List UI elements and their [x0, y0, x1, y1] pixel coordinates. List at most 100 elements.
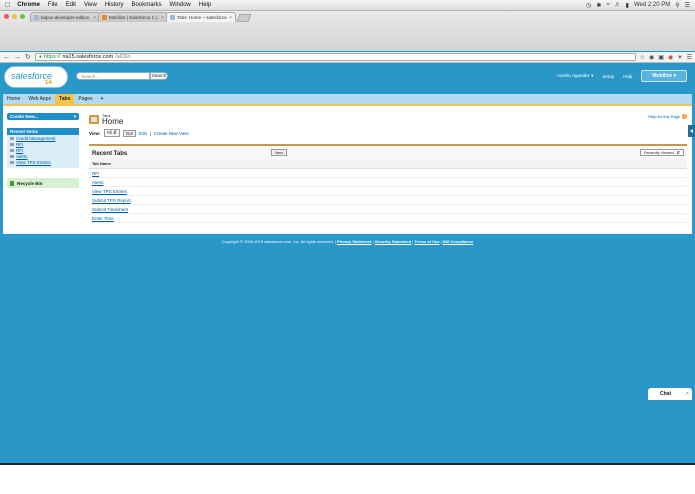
create-new-view-link[interactable]: Create New View [154, 131, 189, 136]
search-input[interactable]: Search... [76, 72, 150, 80]
expand-icon[interactable]: ↗ [685, 391, 689, 397]
tab-home[interactable]: Home [3, 94, 24, 104]
tab-name-link[interactable]: Alerts [92, 180, 104, 185]
extension-icon[interactable]: ◉ [649, 54, 654, 61]
table-row: RFI [89, 169, 687, 178]
compliance-link[interactable]: 508 Compliance [443, 239, 473, 244]
footer: Copyright © 2000-2013 salesforce.com, in… [221, 239, 474, 244]
recent-item-label: View TPS Entries [16, 159, 51, 165]
tab-pages[interactable]: Pages [74, 94, 96, 104]
browser-tab-strip: bapoc-developer-edition × Mobilize | Sal… [0, 11, 695, 51]
spotlight-icon[interactable]: ⚲ [675, 2, 679, 9]
all-tabs-button[interactable]: + [97, 96, 108, 102]
recycle-bin-link[interactable]: Recycle Bin [7, 178, 79, 188]
setup-link[interactable]: Setup [602, 74, 614, 79]
table-row: Alerts [89, 178, 687, 187]
menu-window[interactable]: Window [170, 2, 191, 8]
record-icon [10, 148, 14, 152]
extension-icon[interactable]: ▣ [658, 54, 664, 61]
sync-icon[interactable]: ◷ [586, 2, 591, 9]
app-nav-tabs: Home Web Apps Tabs Pages + [3, 94, 692, 104]
battery-icon[interactable]: ▮ [626, 2, 629, 9]
menu-edit[interactable]: Edit [66, 2, 76, 8]
recent-items-title: Recent Items [7, 128, 79, 135]
extension-icon[interactable]: ◉ [668, 54, 673, 61]
privacy-link[interactable]: Privacy Statement [337, 239, 372, 244]
tab-name-link[interactable]: Enter Time [92, 216, 114, 221]
salesforce-logo[interactable]: salesforce 14 [4, 66, 68, 88]
browser-tab[interactable]: Mobilize | Salesforce 1 | ... × [98, 12, 168, 22]
new-tab-button[interactable] [236, 14, 252, 22]
recent-item[interactable]: View TPS Entries [7, 159, 79, 165]
tab-name-link[interactable]: Submit TPS Report [92, 198, 131, 203]
search-button[interactable]: Search [150, 72, 168, 80]
tab-tabs[interactable]: Tabs [55, 94, 75, 104]
mobilize-button[interactable]: Mobilize ▾ [641, 70, 687, 82]
status-area: ◷ ✱ ≈ ♬ ▮ Wed 2:20 PM ⚲ ☰ [586, 2, 690, 9]
record-icon [10, 154, 14, 158]
mobilize-label: Mobilize [652, 73, 673, 79]
close-tab-icon[interactable]: × [93, 15, 96, 21]
tab-web-apps[interactable]: Web Apps [24, 94, 55, 104]
notification-icon[interactable]: ☰ [685, 2, 690, 9]
view-select[interactable]: All ⇵ [103, 129, 120, 137]
bookmark-star-icon[interactable]: ☆ [640, 54, 645, 61]
new-button[interactable]: New [271, 149, 288, 156]
menu-file[interactable]: File [48, 2, 58, 8]
main-panel: Tabs Home Help for this Page ? View: All… [89, 112, 687, 223]
apple-icon[interactable]:  [5, 2, 10, 9]
create-new-dropdown[interactable]: Create New... ▾ [7, 113, 79, 120]
view-select-value: All [106, 130, 112, 135]
tab-name-link[interactable]: Submit Timesheet [92, 207, 128, 212]
recently-viewed-select[interactable]: Recently Viewed ⇵ [640, 149, 684, 156]
recent-item-label: RFI [16, 141, 24, 147]
copyright-text: Copyright © 2000-2013 salesforce.com, in… [221, 239, 334, 244]
menu-app-name[interactable]: Chrome [17, 2, 40, 8]
recently-viewed-value: Recently Viewed [644, 150, 674, 155]
address-bar[interactable]: ● https://na15.salesforce.com/a03/o [34, 53, 636, 61]
go-button[interactable]: Go! [122, 129, 136, 137]
recent-item-label: Alerts [16, 153, 28, 159]
window-controls [4, 14, 25, 19]
menu-icon[interactable]: ☰ [687, 54, 692, 61]
close-window-icon[interactable] [4, 14, 9, 19]
view-link-separator: | [149, 130, 151, 136]
clock[interactable]: Wed 2:20 PM [634, 2, 670, 8]
wifi-icon[interactable]: ≈ [606, 2, 609, 8]
menu-view[interactable]: View [84, 2, 97, 8]
browser-tab-active[interactable]: Tabs: Home ~ salesforce... × [166, 12, 236, 22]
minimize-window-icon[interactable] [12, 14, 17, 19]
terms-link[interactable]: Terms of Use [414, 239, 439, 244]
security-link[interactable]: Security Statement [375, 239, 411, 244]
menu-bookmarks[interactable]: Bookmarks [132, 2, 162, 8]
user-menu[interactable]: Aurelio Agundez ▾ [557, 73, 593, 79]
recent-tabs-table: Tab Name RFI Alerts View TPS Entries Sub… [89, 159, 687, 223]
menu-history[interactable]: History [105, 2, 124, 8]
edit-view-link[interactable]: Edit [139, 131, 147, 136]
table-row: Enter Time [89, 214, 687, 223]
tab-name-link[interactable]: View TPS Entries [92, 189, 127, 194]
tab-name-link[interactable]: RFI [92, 171, 99, 176]
help-link[interactable]: Help [623, 74, 632, 79]
record-icon [10, 142, 14, 146]
close-tab-icon[interactable]: × [229, 15, 232, 21]
browser-tab-title: Tabs: Home ~ salesforce... [177, 15, 228, 20]
side-panel-toggle[interactable] [688, 125, 695, 137]
volume-icon[interactable]: ♬ [615, 2, 621, 8]
sf-header: salesforce 14 Search... Search Aurelio A… [0, 63, 695, 90]
menu-help[interactable]: Help [199, 2, 211, 8]
favicon-icon [102, 15, 107, 20]
extension-icon[interactable]: ☀ [677, 54, 682, 61]
chat-widget[interactable]: Chat ↗ [648, 388, 692, 400]
record-icon [10, 136, 14, 140]
forward-icon[interactable]: → [14, 54, 21, 61]
back-icon[interactable]: ← [3, 54, 10, 61]
page-title: Home [102, 117, 124, 126]
browser-tab[interactable]: bapoc-developer-edition × [30, 12, 100, 22]
help-for-page-link[interactable]: Help for this Page ? [648, 114, 687, 119]
close-tab-icon[interactable]: × [161, 15, 164, 21]
favicon-icon [170, 15, 175, 20]
reload-icon[interactable]: ↻ [25, 53, 31, 61]
bluetooth-icon[interactable]: ✱ [596, 2, 601, 9]
zoom-window-icon[interactable] [20, 14, 25, 19]
